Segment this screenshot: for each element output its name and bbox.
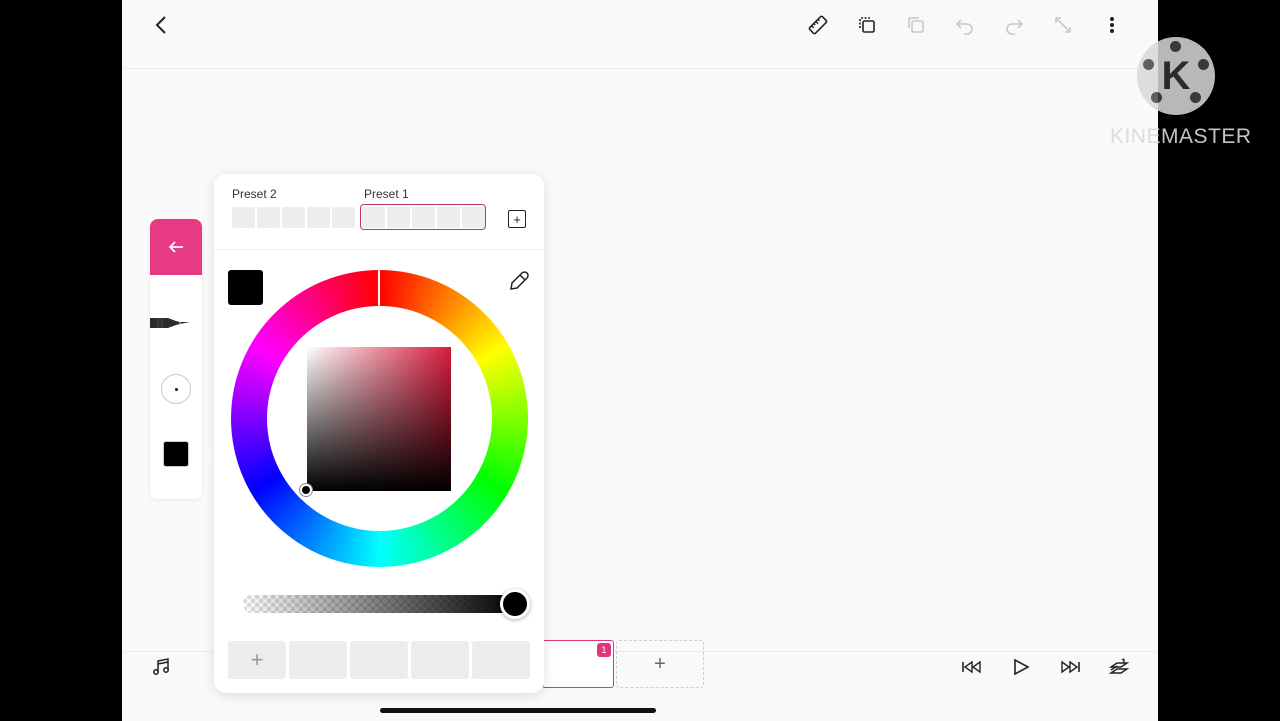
- brush-size-indicator: [161, 374, 191, 404]
- top-toolbar: [122, 0, 1158, 69]
- back-icon[interactable]: [148, 12, 174, 38]
- swatch-slot[interactable]: [350, 641, 408, 679]
- arrow-left-icon: [168, 241, 183, 253]
- kinemaster-logo: K: [1137, 37, 1215, 115]
- logo-letter: K: [1161, 53, 1191, 98]
- eyedropper-icon[interactable]: [508, 270, 530, 292]
- frame-thumbnail[interactable]: 1: [542, 640, 614, 688]
- hue-marker[interactable]: [378, 270, 380, 306]
- preset-1-label: Preset 1: [364, 187, 409, 201]
- expand-icon[interactable]: [1050, 12, 1076, 38]
- add-frame-button[interactable]: +: [616, 640, 704, 688]
- divider: [214, 249, 544, 250]
- saturation-value-square[interactable]: [307, 347, 451, 491]
- panel-pointer: [204, 447, 214, 465]
- color-picker-button[interactable]: [150, 441, 202, 467]
- play-icon[interactable]: [1008, 654, 1034, 680]
- brush-size-control[interactable]: [150, 374, 202, 404]
- add-swatch-button[interactable]: +: [228, 641, 286, 679]
- preset-2-swatches[interactable]: [232, 207, 355, 228]
- tool-strip: [150, 219, 202, 499]
- sv-handle[interactable]: [300, 484, 312, 496]
- current-color-preview: [228, 270, 263, 305]
- color-picker-panel: Preset 2 Preset 1 + +: [214, 174, 544, 693]
- ruler-icon[interactable]: [805, 12, 831, 38]
- swatch-slot[interactable]: [411, 641, 469, 679]
- collapse-tools-button[interactable]: [150, 219, 202, 275]
- preset-2-label: Preset 2: [232, 187, 277, 201]
- swatch-slot[interactable]: [472, 641, 530, 679]
- color-swatches: +: [228, 641, 530, 679]
- paste-icon[interactable]: [903, 12, 929, 38]
- more-icon[interactable]: [1099, 12, 1125, 38]
- skip-to-start-icon[interactable]: [959, 654, 985, 680]
- layers-icon[interactable]: [1106, 654, 1132, 680]
- opacity-slider[interactable]: [243, 595, 515, 613]
- copy-layer-icon[interactable]: [854, 12, 880, 38]
- undo-icon[interactable]: [952, 12, 978, 38]
- skip-to-end-icon[interactable]: [1057, 654, 1083, 680]
- redo-icon[interactable]: [1001, 12, 1027, 38]
- pen-tool[interactable]: [150, 309, 202, 337]
- home-indicator: [380, 708, 656, 713]
- opacity-slider-handle[interactable]: [500, 589, 530, 619]
- pen-icon: [150, 318, 190, 328]
- frame-number-badge: 1: [597, 643, 611, 657]
- watermark-text: KINEMASTER: [1110, 125, 1252, 148]
- selected-color-swatch: [163, 441, 189, 467]
- preset-1-swatches[interactable]: [360, 204, 486, 230]
- add-preset-button[interactable]: +: [508, 210, 526, 228]
- swatch-slot[interactable]: [289, 641, 347, 679]
- music-icon[interactable]: [148, 654, 174, 680]
